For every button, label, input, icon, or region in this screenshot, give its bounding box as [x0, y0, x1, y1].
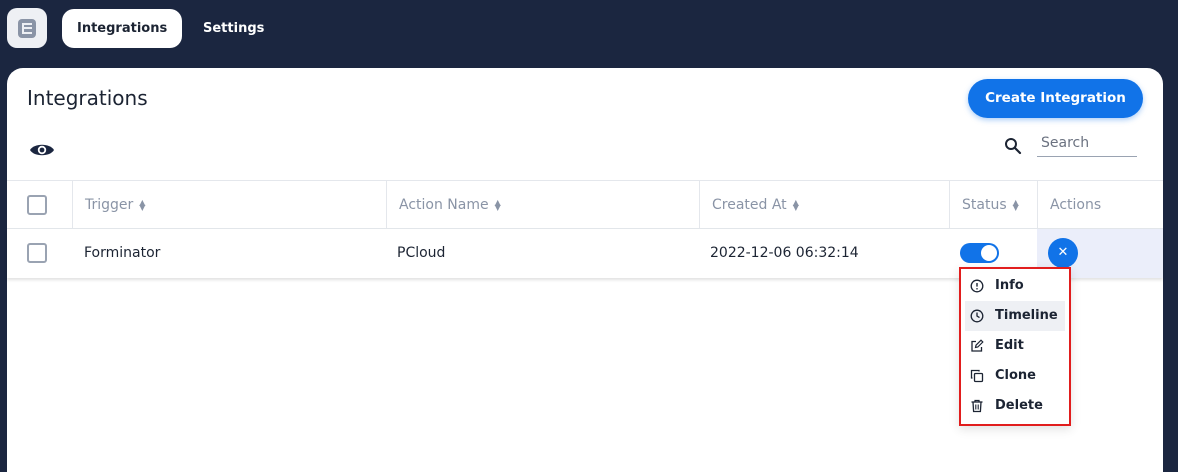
eye-icon[interactable]: [29, 141, 55, 159]
search-icon: [1005, 138, 1022, 155]
column-header-created-at[interactable]: Created At ▲ ▼: [699, 181, 949, 229]
cell-action-name: PCloud: [397, 245, 446, 261]
menu-item-clone[interactable]: Clone: [965, 361, 1065, 391]
info-icon: [970, 279, 984, 293]
table-header: Trigger ▲ ▼ Action Name ▲ ▼ Created At ▲ ▼ Sta…: [7, 180, 1163, 229]
select-all-checkbox[interactable]: [27, 195, 47, 215]
column-header-label: Action Name: [399, 197, 489, 213]
row-checkbox[interactable]: [27, 243, 47, 263]
menu-item-label: Edit: [995, 338, 1024, 353]
menu-item-label: Clone: [995, 368, 1036, 383]
menu-item-label: Timeline: [995, 308, 1058, 323]
column-header-actions: Actions: [1037, 181, 1163, 229]
sort-icon: ▲ ▼: [139, 198, 146, 212]
sort-icon: ▲ ▼: [792, 198, 799, 212]
column-header-label: Actions: [1050, 197, 1102, 213]
top-nav-bar: Integrations Settings: [0, 0, 1178, 57]
create-integration-button[interactable]: Create Integration: [968, 79, 1143, 118]
page-title: Integrations: [27, 86, 148, 110]
menu-item-timeline[interactable]: Timeline: [965, 301, 1065, 331]
column-header-label: Trigger: [85, 197, 134, 213]
column-header-label: Status: [962, 197, 1007, 213]
edit-icon: [971, 339, 984, 352]
menu-item-edit[interactable]: Edit: [965, 331, 1065, 361]
sort-icon: ▲ ▼: [494, 198, 501, 212]
menu-item-delete[interactable]: Delete: [965, 391, 1065, 421]
cell-created-at: 2022-12-06 06:32:14: [710, 245, 859, 261]
clone-icon: [970, 369, 984, 383]
sort-icon: ▲ ▼: [1012, 198, 1019, 212]
status-toggle[interactable]: [960, 243, 999, 263]
tab-settings[interactable]: Settings: [188, 9, 279, 48]
column-header-status[interactable]: Status ▲ ▼: [949, 181, 1037, 229]
column-header-action-name[interactable]: Action Name ▲ ▼: [386, 181, 699, 229]
close-actions-button[interactable]: ✕: [1048, 238, 1078, 268]
column-header-trigger[interactable]: Trigger ▲ ▼: [72, 181, 386, 229]
column-header-label: Created At: [712, 197, 787, 213]
menu-item-label: Info: [995, 278, 1024, 293]
clock-icon: [970, 309, 984, 323]
tab-integrations[interactable]: Integrations: [62, 9, 183, 48]
menu-item-label: Delete: [995, 398, 1043, 413]
app-logo-icon[interactable]: [7, 8, 47, 48]
actions-dropdown-menu: Info Timeline Edit Clone Delete: [959, 267, 1071, 426]
menu-item-info[interactable]: Info: [965, 271, 1065, 301]
cell-trigger: Forminator: [84, 245, 161, 261]
trash-icon: [971, 399, 983, 413]
search-input[interactable]: [1037, 130, 1137, 157]
